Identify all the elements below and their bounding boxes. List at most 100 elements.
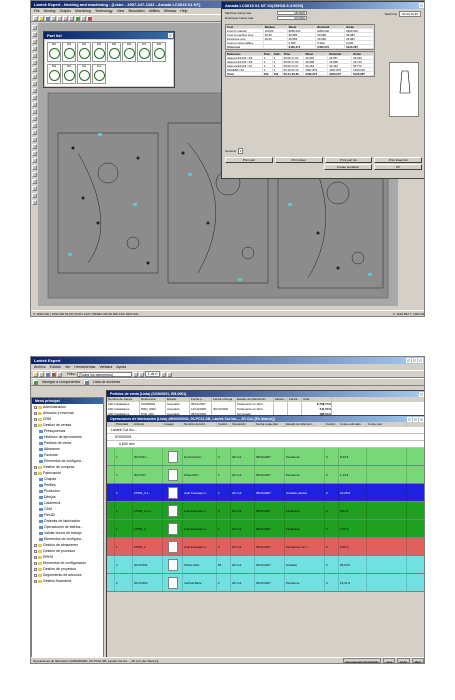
actions-list-button[interactable]: Lista de acciones [93,380,120,384]
part-thumbnail[interactable]: 011 [77,63,91,84]
part-thumbnail[interactable]: 002 [62,42,76,62]
operation-row[interactable]: 1 00-PC01-... Horizontal D... 4 2D Cut 05/11/… [107,448,424,466]
column-header[interactable]: Estado de fabricaci... [285,422,325,427]
maximize-icon[interactable] [413,417,418,422]
tool-icon[interactable] [32,74,37,79]
expand-icon[interactable] [34,411,37,415]
column-header[interactable]: Coste estimado [339,422,367,427]
general-tab[interactable]: General 1 [225,148,244,154]
employee-rate-input[interactable]: 30,0000 [277,15,307,20]
print-part-list-button[interactable]: Print part list [324,157,373,163]
part-thumbnail[interactable]: 004 [92,42,106,62]
part-thumbnail[interactable]: 010 [62,63,76,84]
menu-item[interactable]: Nesting [44,8,56,14]
tool-icon[interactable] [32,109,37,114]
column-header[interactable]: Nombre del artí... [183,422,217,427]
expand-icon[interactable] [34,549,37,553]
close-icon[interactable] [168,33,173,38]
open-icon[interactable] [39,15,44,21]
part-thumbnail[interactable]: 012 [92,63,106,84]
tool-icon[interactable] [32,151,37,156]
expand-icon[interactable] [34,543,37,547]
minimize-icon[interactable] [407,417,412,422]
close-icon[interactable] [419,417,424,422]
tool-icon[interactable] [32,95,37,100]
operation-row[interactable]: 1 27563_2 Anal Kneekap C... 4 2D Cut 05/11/20… [107,538,424,556]
tool-icon[interactable] [32,200,37,205]
column-header[interactable]: Cantid... [217,422,231,427]
expand-icon[interactable] [34,423,37,427]
tool-icon[interactable] [32,32,37,37]
minimize-icon[interactable] [406,358,411,363]
expand-icon[interactable] [34,465,37,469]
menu-item[interactable]: View [117,8,125,14]
expand-icon[interactable] [34,579,37,583]
cut-icon[interactable] [57,15,62,21]
prev-page-icon[interactable] [138,371,144,377]
expand-icon[interactable] [34,555,37,559]
column-header[interactable]: Operación [231,422,255,427]
tool-icon[interactable] [32,158,37,163]
copy-icon[interactable] [63,15,68,21]
navigate-components-button[interactable]: Navegar a componentes [42,380,80,384]
expand-icon[interactable] [34,561,37,565]
operation-row[interactable]: 1 27563_3-1... Anal Kneekap C... 1 2D Cut 05/… [107,484,424,502]
tool-icon[interactable] [32,39,37,44]
expand-icon[interactable] [34,573,37,577]
tool-icon[interactable] [32,102,37,107]
print-sheet-list-button[interactable]: Print sheet list [374,157,422,163]
menu-item[interactable]: Graphs [60,8,71,14]
column-header[interactable]: Imagen [163,422,183,427]
menu-item[interactable]: Window [164,8,176,14]
menu-item[interactable]: Utilities [149,8,160,14]
zoom-fit-icon[interactable] [81,15,86,21]
zoom-icon[interactable] [75,15,80,21]
menu-item[interactable]: Archivo [34,364,46,370]
column-header[interactable]: Fecha requerida [255,422,285,427]
part-thumbnail[interactable]: 009 [47,63,61,84]
part-thumbnail[interactable]: 003 [77,42,91,62]
expand-icon[interactable] [34,417,37,421]
ok-button[interactable]: OK [374,164,422,170]
group-row-cutter[interactable]: Lantek Cut Iso... [107,427,424,434]
print-icon[interactable] [51,15,56,21]
paste-icon[interactable] [69,15,74,21]
maximize-icon[interactable] [412,358,417,363]
refresh-icon[interactable] [57,371,62,377]
create-quotation-button[interactable]: Create quotation [324,164,372,170]
menu-item[interactable]: Ventana [99,364,112,370]
menu-item[interactable]: Herramientas [74,364,95,370]
new-icon[interactable] [33,15,38,21]
expand-icon[interactable] [34,471,37,475]
group-row-thickness[interactable]: 0.600 mm [107,441,424,448]
menu-item[interactable]: Edición [50,364,61,370]
tool-icon[interactable] [32,130,37,135]
next-page-icon[interactable] [161,371,167,377]
operation-row[interactable]: 1 00-PC001 Whole Disk 55 2D Cut 05/11/2007 Ani… [107,556,424,574]
print-part-button[interactable]: Print part [225,157,273,163]
part-thumbnail[interactable]: 001 [47,42,61,62]
expand-icon[interactable] [34,405,37,409]
tool-icon[interactable] [32,137,37,142]
open-icon[interactable] [39,371,44,377]
tool-icon[interactable] [32,186,37,191]
menu-item[interactable]: Technology [95,8,113,14]
save-icon[interactable] [45,15,50,21]
menu-item[interactable]: Help [180,8,187,14]
menu-item[interactable]: File [34,8,40,14]
machine-rate-input[interactable]: 18,0000 [277,10,307,15]
group-row-order[interactable]: SO000001 [107,434,424,441]
last-page-icon[interactable] [167,371,173,377]
menu-item[interactable]: Ayuda [116,364,126,370]
column-header[interactable]: Coste real [367,422,407,427]
stop-icon[interactable] [87,15,92,21]
tool-icon[interactable] [32,67,37,72]
operation-row[interactable]: 1 00-PC004 Vertical Base 2 2D Cut 05/11/2007 P… [107,574,424,592]
tool-icon[interactable] [32,165,37,170]
tool-icon[interactable] [32,81,37,86]
tool-icon[interactable] [32,144,37,149]
operation-row[interactable]: 1 00-PC07 Wheel Rim 1 2D Cut 05/11/2007 Pendie… [107,466,424,484]
part-thumbnail[interactable]: 005 [107,42,121,62]
tool-icon[interactable] [32,88,37,93]
part-thumbnail[interactable]: 008 [152,42,166,62]
